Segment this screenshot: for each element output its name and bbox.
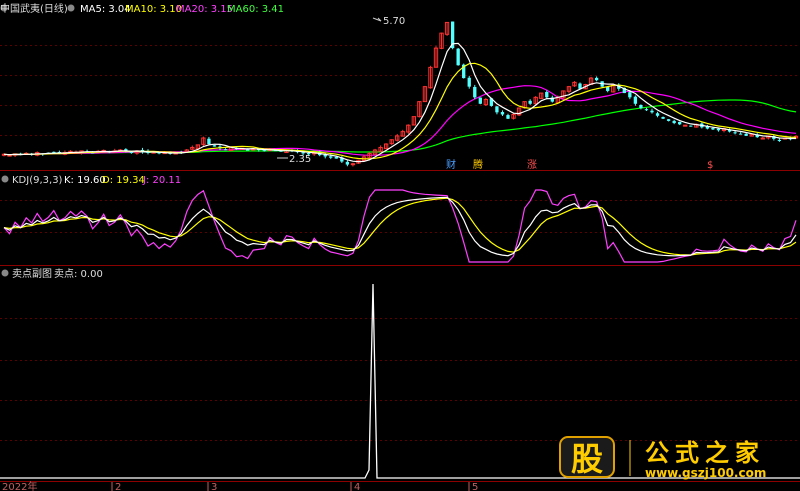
candle-body: [672, 120, 676, 124]
settings-icon[interactable]: [1, 269, 9, 277]
candle: [406, 124, 411, 134]
candle: [433, 46, 439, 68]
candle-body: [650, 110, 654, 113]
candle-body: [678, 121, 682, 125]
settings-icon[interactable]: [1, 175, 9, 183]
candle-body: [528, 100, 532, 104]
sell-name: 卖点副图: [12, 268, 52, 280]
candle-body: [683, 124, 688, 127]
candle-body: [716, 128, 721, 131]
candle-body: [467, 77, 471, 87]
candle: [478, 97, 482, 105]
candle: [439, 32, 444, 50]
marker-dollar[interactable]: $: [707, 160, 713, 171]
candle: [212, 145, 217, 147]
candle: [428, 65, 433, 89]
candle: [516, 107, 522, 117]
candle-body: [262, 150, 266, 152]
candle-body: [633, 96, 638, 104]
candle: [483, 97, 489, 106]
candle-body: [500, 112, 505, 115]
marker-cai[interactable]: 财: [446, 158, 456, 171]
candle: [473, 84, 477, 100]
candle-body: [689, 125, 693, 127]
candle: [444, 21, 450, 36]
candle-body: [223, 149, 228, 151]
marker-zhang[interactable]: 涨: [527, 159, 537, 171]
ma20-value: MA20: 3.15: [176, 4, 233, 15]
watermark-title: 公式之家: [645, 439, 765, 467]
candle-body: [545, 91, 549, 98]
x-tick-label: 3: [211, 482, 217, 491]
candle-body: [7, 154, 12, 157]
kdj-j-value: J: 20.11: [142, 175, 181, 186]
candle-body: [246, 149, 250, 151]
candle: [411, 116, 417, 126]
candle-body: [350, 163, 356, 166]
candle-body: [212, 145, 217, 147]
candle-body: [639, 105, 643, 109]
watermark-url: www.gszj100.com: [645, 466, 766, 480]
candle: [201, 136, 206, 147]
x-tick-label: 2: [115, 482, 121, 491]
candle-body: [711, 127, 715, 130]
candle-body: [478, 97, 482, 104]
candle-body: [738, 133, 743, 135]
candle: [539, 92, 544, 100]
candle-body: [666, 119, 671, 121]
x-tick-label: 2022年: [2, 480, 37, 491]
candle-body: [207, 138, 211, 145]
candle-body: [760, 137, 765, 140]
kdj-header: KDJ(9,3,3) K: 19.60 D: 19.34 J: 20.11: [1, 175, 181, 186]
chart-background: [0, 0, 800, 491]
kdj-name: KDJ(9,3,3): [12, 175, 63, 186]
x-tick-label: 4: [354, 482, 360, 491]
candle-body: [345, 161, 350, 165]
ma5-value: MA5: 3.04: [80, 4, 131, 15]
settings-icon[interactable]: [67, 4, 75, 12]
ma10-value: MA10: 3.10: [125, 4, 182, 15]
candle-body: [644, 109, 649, 111]
sell-value: 卖点: 0.00: [54, 268, 103, 280]
candle: [417, 101, 422, 118]
candle-body: [733, 132, 737, 134]
candle-body: [495, 106, 499, 113]
candle-body: [473, 86, 477, 98]
candle: [683, 124, 688, 127]
candle-body: [456, 48, 460, 66]
x-tick-label: 5: [472, 482, 478, 491]
candle-body: [594, 77, 599, 81]
high-label: 5.70: [383, 16, 405, 27]
candle-body: [506, 115, 510, 119]
candle-body: [129, 151, 134, 153]
candle-body: [744, 133, 748, 136]
candle: [422, 85, 428, 103]
chart-canvas: 5.70 2.35 财 腾 涨 $ 中国武夷(日线) MA5: 3.04 MA1…: [0, 0, 800, 491]
watermark-logo-char: 股: [571, 440, 603, 478]
stock-name: 中国武夷(日线): [0, 2, 68, 15]
candle-body: [334, 156, 338, 159]
candle-body: [329, 156, 333, 158]
candle: [533, 96, 538, 105]
price-header: 中国武夷(日线) MA5: 3.04 MA10: 3.10 MA20: 3.15…: [0, 2, 284, 15]
kdj-d-value: D: 19.34: [102, 175, 145, 186]
marker-teng[interactable]: 腾: [473, 158, 483, 171]
site-watermark: 股 公式之家 www.gszj100.com: [559, 436, 766, 480]
candle-body: [661, 117, 665, 119]
kdj-k-value: K: 19.60: [64, 175, 106, 186]
candle-body: [777, 139, 782, 141]
candle: [572, 81, 577, 87]
ma60-value: MA60: 3.41: [227, 4, 284, 15]
low-label: 2.35: [289, 154, 311, 165]
candle-body: [655, 113, 660, 116]
candle: [372, 148, 378, 155]
candle-body: [628, 92, 632, 98]
candle: [383, 143, 389, 150]
candle: [456, 47, 460, 66]
